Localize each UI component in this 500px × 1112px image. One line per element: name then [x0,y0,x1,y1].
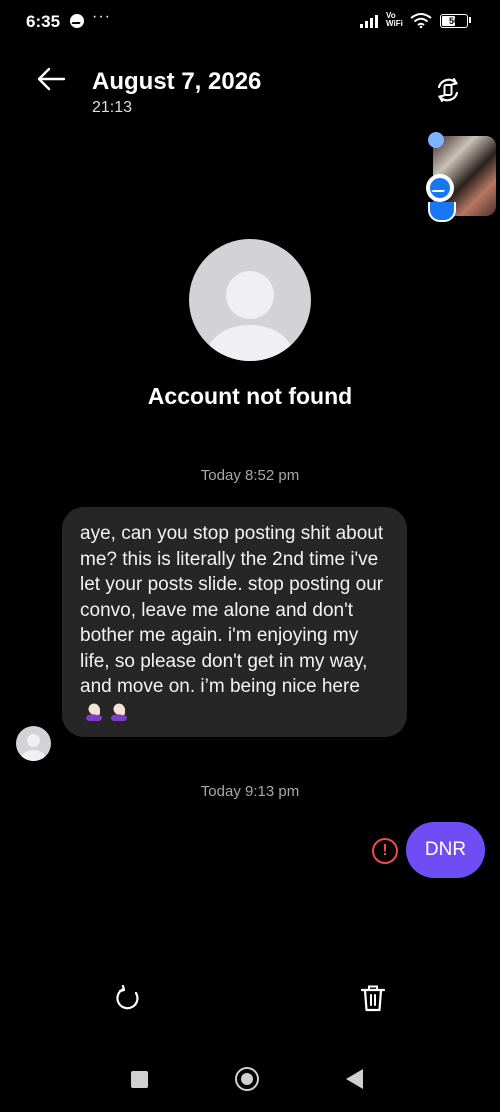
nav-back-button[interactable] [346,1069,363,1089]
error-icon[interactable]: ! [372,838,398,864]
battery-level: 56 [448,16,459,26]
rotate-screen-icon[interactable] [434,76,462,104]
chat-head-indicator-dot [428,132,444,148]
incoming-message-bubble[interactable]: aye, can you stop posting shit about me?… [62,507,407,737]
trash-icon[interactable] [359,983,387,1013]
message-timestamp: Today 9:13 pm [200,783,300,800]
wifi-icon [410,13,432,28]
profile-name: Account not found [147,383,353,409]
facepalm-emoji [111,702,128,721]
message-timestamp: Today 8:52 pm [200,467,300,484]
page-subtitle-time: 21:13 [92,99,133,116]
vowifi-label: Vo WiFi [386,11,403,28]
status-time: 6:35 [26,12,61,31]
recent-apps-button[interactable] [131,1071,148,1088]
outgoing-message-bubble[interactable]: DNR [406,822,485,878]
profile-avatar[interactable] [189,239,311,361]
sender-avatar[interactable] [16,726,51,761]
facepalm-emoji [86,702,102,721]
retry-icon[interactable] [114,984,142,1012]
page-title: August 7, 2026 [92,68,262,95]
home-button[interactable] [235,1067,259,1091]
battery-tip [469,17,471,23]
incoming-message-text: aye, can you stop posting shit about me?… [80,523,384,697]
back-arrow-icon[interactable] [36,66,66,92]
battery-indicator: 56 [440,14,468,28]
more-notifications-indicator: ··· [92,8,111,25]
signal-strength-icon [360,14,382,28]
chat-head-badge-tail [428,202,456,222]
messenger-notification-icon [70,14,84,28]
